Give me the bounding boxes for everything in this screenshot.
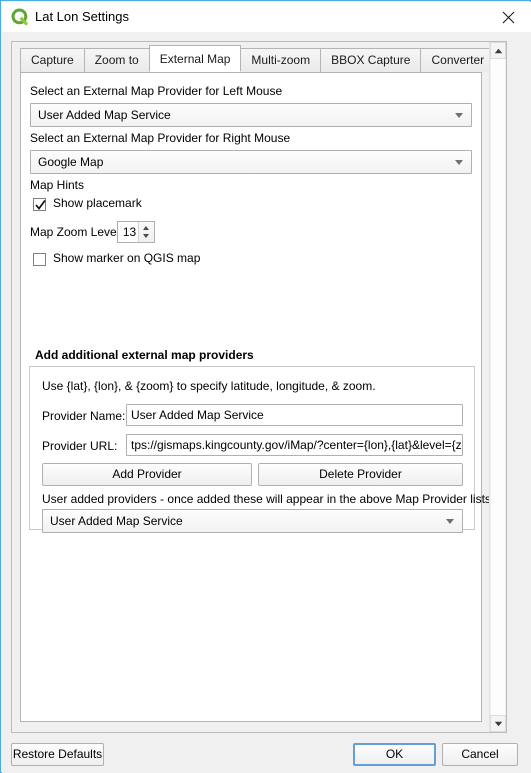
- user-added-providers-value: User Added Map Service: [50, 514, 183, 528]
- map-zoom-level-label: Map Zoom Level:: [30, 225, 123, 239]
- chevron-down-icon: [455, 160, 463, 165]
- tab-bar: Capture Zoom to External Map Multi-zoom …: [20, 45, 496, 73]
- tab-converter[interactable]: Converter: [420, 48, 496, 72]
- add-providers-group: Add additional external map providers Us…: [29, 348, 494, 533]
- lat-lon-settings-dialog: Lat Lon Settings Capture Zoom to Externa…: [0, 0, 531, 773]
- dialog-client-area: Capture Zoom to External Map Multi-zoom …: [2, 32, 531, 773]
- restore-defaults-button[interactable]: Restore Defaults: [11, 743, 104, 766]
- tab-bbox-capture-label: BBOX Capture: [331, 53, 411, 67]
- title-bar: Lat Lon Settings: [2, 2, 531, 33]
- show-marker-on-qgis-map-label: Show marker on QGIS map: [53, 251, 201, 265]
- qgis-icon: [11, 8, 29, 26]
- tab-external-map[interactable]: External Map: [148, 45, 242, 72]
- add-providers-group-title: Add additional external map providers: [35, 348, 254, 362]
- stepper-buttons[interactable]: [138, 222, 154, 242]
- tab-bbox-capture[interactable]: BBOX Capture: [320, 48, 422, 72]
- user-added-providers-combo[interactable]: User Added Map Service: [42, 509, 463, 533]
- vertical-scrollbar[interactable]: [489, 42, 506, 732]
- provider-name-label: Provider Name:: [42, 409, 126, 423]
- delete-provider-button[interactable]: Delete Provider: [258, 463, 463, 486]
- tab-capture[interactable]: Capture: [20, 48, 85, 72]
- scrollbar-track[interactable]: [490, 59, 506, 715]
- add-providers-frame: Use {lat}, {lon}, & {zoom} to specify la…: [29, 366, 494, 533]
- left-mouse-provider-value: User Added Map Service: [38, 108, 171, 122]
- chevron-down-icon: [455, 113, 463, 118]
- chevron-down-icon: [446, 519, 454, 524]
- map-zoom-level-stepper[interactable]: 13: [117, 221, 155, 243]
- user-added-providers-note: User added providers - once added these …: [42, 492, 495, 506]
- left-mouse-provider-combo[interactable]: User Added Map Service: [30, 103, 472, 127]
- scroll-down-arrow-icon[interactable]: [490, 715, 506, 732]
- scroll-up-arrow-icon[interactable]: [490, 42, 506, 59]
- left-mouse-provider-label: Select an External Map Provider for Left…: [30, 84, 283, 98]
- tab-zoom-to-label: Zoom to: [94, 53, 139, 67]
- tab-multi-zoom[interactable]: Multi-zoom: [240, 48, 322, 72]
- provider-name-value: User Added Map Service: [131, 408, 264, 422]
- stepper-down-arrow-icon[interactable]: [143, 234, 149, 238]
- right-mouse-provider-value: Google Map: [38, 155, 104, 169]
- tab-external-map-label: External Map: [159, 52, 231, 66]
- placeholder-hint-text: Use {lat}, {lon}, & {zoom} to specify la…: [42, 379, 376, 393]
- checkbox-box: [33, 198, 46, 211]
- window-title: Lat Lon Settings: [35, 9, 129, 24]
- close-icon[interactable]: [486, 2, 531, 32]
- map-hints-label: Map Hints: [30, 178, 85, 192]
- provider-url-input[interactable]: tps://gismaps.kingcounty.gov/iMap/?cente…: [126, 434, 463, 456]
- tab-converter-label: Converter: [431, 53, 485, 67]
- tab-zoom-to[interactable]: Zoom to: [83, 48, 150, 72]
- provider-name-input[interactable]: User Added Map Service: [126, 404, 463, 426]
- add-provider-button[interactable]: Add Provider: [42, 463, 252, 486]
- checkbox-box: [33, 253, 46, 266]
- ok-button[interactable]: OK: [353, 743, 436, 766]
- external-map-tab-panel: Select an External Map Provider for Left…: [20, 72, 494, 722]
- provider-url-label: Provider URL:: [42, 439, 118, 453]
- right-mouse-provider-label: Select an External Map Provider for Righ…: [30, 131, 291, 145]
- settings-scroll-area: Capture Zoom to External Map Multi-zoom …: [11, 41, 507, 733]
- dialog-button-bar: Restore Defaults OK Cancel: [2, 735, 531, 773]
- tab-multi-zoom-label: Multi-zoom: [251, 53, 311, 67]
- tab-capture-label: Capture: [31, 53, 74, 67]
- right-mouse-provider-combo[interactable]: Google Map: [30, 150, 472, 174]
- provider-url-value: tps://gismaps.kingcounty.gov/iMap/?cente…: [131, 438, 463, 452]
- cancel-button[interactable]: Cancel: [442, 743, 518, 766]
- show-placemark-label: Show placemark: [53, 196, 142, 210]
- stepper-up-arrow-icon[interactable]: [143, 226, 149, 230]
